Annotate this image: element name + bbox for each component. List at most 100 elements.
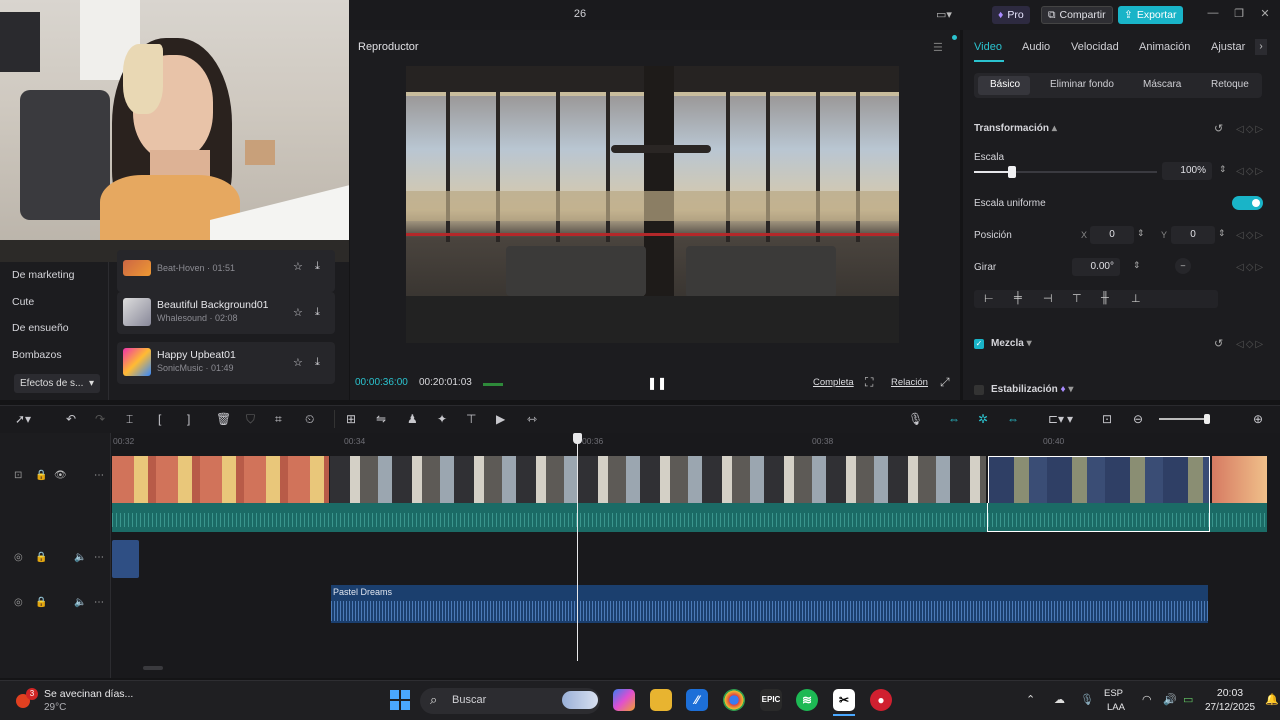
chevron-down-icon[interactable]: ▾ [1067, 412, 1073, 426]
speed-icon[interactable]: ⏲ [305, 412, 314, 427]
volume-icon[interactable]: 🔊 [1163, 693, 1177, 706]
category-cute[interactable]: Cute [12, 296, 34, 308]
capcut-icon[interactable]: ✂ [833, 689, 855, 711]
tab-adjust[interactable]: Ajustar [1211, 41, 1245, 53]
more-icon[interactable]: ⋯ [94, 552, 104, 563]
full-quality-button[interactable]: Completa [813, 377, 854, 388]
pos-x-input[interactable]: 0 [1090, 226, 1134, 244]
split-left-icon[interactable]: [ [158, 412, 161, 426]
keyframe-icon[interactable]: ◁◇▷ [1236, 230, 1265, 241]
epic-games-icon[interactable]: EPIC [760, 689, 782, 711]
redo-icon[interactable]: ↷ [95, 412, 105, 426]
crop-icon[interactable]: ⌗ [275, 412, 282, 427]
copilot-icon[interactable] [613, 689, 635, 711]
music-item[interactable]: Beat-Hoven · 01:51 ☆ ⤓ [117, 250, 335, 292]
download-icon[interactable]: ⤓ [315, 356, 320, 369]
tab-speed[interactable]: Velocidad [1071, 41, 1119, 53]
app-icon[interactable]: ⁄⁄ [686, 689, 708, 711]
split-right-icon[interactable]: ] [187, 412, 190, 426]
download-icon[interactable]: ⤓ [315, 260, 320, 273]
ripple-icon[interactable]: ⇿ [527, 412, 537, 426]
zoom-out-icon[interactable]: ⊖ [1133, 412, 1143, 426]
chevron-up-icon[interactable]: ⌃ [1026, 693, 1035, 706]
track-cover-icon[interactable]: ⊡ [14, 470, 22, 481]
align-top-icon[interactable]: ⊤ [1072, 292, 1082, 305]
select-tool-icon[interactable]: ➚▾ [15, 412, 31, 426]
wifi-icon[interactable]: ◠ [1142, 693, 1152, 706]
microphone-icon[interactable]: 🎙 [908, 412, 923, 426]
align-bottom-icon[interactable]: ⊥ [1131, 292, 1141, 305]
notification-icon[interactable]: 🔔 [1265, 693, 1279, 706]
pause-button[interactable]: ❚❚ [647, 376, 667, 390]
layout-icon[interactable]: ▭▾ [936, 8, 952, 21]
magic-wand-icon[interactable]: ✦ [437, 412, 447, 426]
close-icon[interactable]: ✕ [1258, 7, 1272, 21]
blend-heading[interactable]: Mezcla ▾ [991, 338, 1032, 349]
star-icon[interactable]: ☆ [293, 356, 303, 369]
audio-link-icon[interactable]: ⊏▾ [1048, 412, 1064, 426]
weather-widget-icon[interactable]: 3 [14, 688, 38, 710]
zoom-slider-handle[interactable] [1204, 414, 1210, 424]
scale-input[interactable]: 100% [1162, 162, 1212, 180]
weather-title[interactable]: Se avecinan días... [44, 688, 133, 700]
volume-icon[interactable]: 🔈 [74, 597, 86, 608]
stepper-icon[interactable]: ⇕ [1137, 228, 1145, 239]
file-explorer-icon[interactable] [650, 689, 672, 711]
spotify-icon[interactable]: ≋ [796, 689, 818, 711]
clock-time[interactable]: 20:03 [1200, 687, 1260, 699]
subtab-basic[interactable]: Básico [990, 79, 1020, 90]
preview-axis-icon[interactable]: ⇔ [1007, 412, 1019, 426]
playhead[interactable] [577, 433, 578, 661]
tab-audio[interactable]: Audio [1022, 41, 1050, 53]
fullscreen-icon[interactable]: ⤢ [940, 375, 950, 390]
blend-checkbox[interactable]: ✓ [974, 339, 984, 349]
video-clip-selected[interactable] [988, 456, 1210, 503]
stabilize-heading[interactable]: Estabilización ♦ ▾ [991, 384, 1073, 395]
link-icon[interactable]: ⇔ [948, 412, 960, 426]
music-item[interactable]: Beautiful Background01 Whalesound · 02:0… [117, 292, 335, 334]
menu-icon[interactable]: ☰ [933, 41, 943, 54]
mirror-icon[interactable]: ⇋ [376, 412, 386, 426]
freeze-icon[interactable]: ⊞ [346, 412, 356, 426]
uniform-scale-toggle[interactable] [1232, 196, 1263, 210]
subtab-remove-bg[interactable]: Eliminar fondo [1050, 79, 1114, 90]
stepper-icon[interactable]: ⇕ [1218, 228, 1226, 239]
video-preview[interactable] [406, 66, 899, 343]
music-item[interactable]: Happy Upbeat01 SonicMusic · 01:49 ☆ ⤓ [117, 342, 335, 384]
chrome-icon[interactable] [723, 689, 745, 711]
transition-icon[interactable]: ▶ [496, 412, 505, 426]
video-clip[interactable] [1212, 456, 1267, 503]
chevron-right-icon[interactable]: › [1255, 39, 1267, 55]
star-icon[interactable]: ☆ [293, 306, 303, 319]
lock-icon[interactable]: 🔒 [35, 552, 47, 563]
audio-clip[interactable] [112, 540, 139, 578]
scale-slider-handle[interactable] [1008, 166, 1016, 178]
keyframe-icon[interactable]: ◁◇▷ [1236, 124, 1265, 135]
transform-heading[interactable]: Transformación ▴ [974, 123, 1057, 134]
zoom-in-icon[interactable]: ⊕ [1253, 412, 1263, 426]
text-icon[interactable]: ⊤ [466, 412, 476, 426]
stepper-icon[interactable]: ⇕ [1133, 260, 1141, 271]
category-marketing[interactable]: De marketing [12, 269, 74, 281]
align-center-icon[interactable]: ╪ [1014, 292, 1022, 304]
reset-icon[interactable]: ↺ [1214, 337, 1223, 350]
timeline-scrollbar[interactable] [143, 666, 163, 670]
video-clip[interactable] [112, 456, 329, 503]
person-icon[interactable]: ♟ [407, 412, 418, 426]
align-left-icon[interactable]: ⊢ [984, 292, 994, 305]
start-icon[interactable] [389, 689, 411, 711]
keyframe-icon[interactable]: ◁◇▷ [1236, 166, 1265, 177]
music-clip[interactable] [331, 585, 1208, 623]
stepper-icon[interactable]: ⇕ [1219, 164, 1227, 175]
split-icon[interactable]: ⌶ [126, 412, 133, 427]
stabilize-checkbox[interactable] [974, 385, 984, 395]
minimize-icon[interactable]: — [1206, 7, 1220, 21]
language-code[interactable]: ESP [1104, 688, 1123, 699]
more-icon[interactable]: ⋯ [94, 597, 104, 608]
preview-icon[interactable]: ⊡ [1102, 412, 1112, 426]
more-icon[interactable]: ⋯ [94, 470, 104, 481]
aspect-ratio-button[interactable]: Relación [891, 377, 928, 388]
microphone-icon[interactable]: 🎙 [1080, 693, 1094, 706]
pro-button[interactable]: ♦ Pro [992, 6, 1030, 24]
category-dropdown[interactable]: Efectos de s... ▾ [14, 374, 100, 393]
